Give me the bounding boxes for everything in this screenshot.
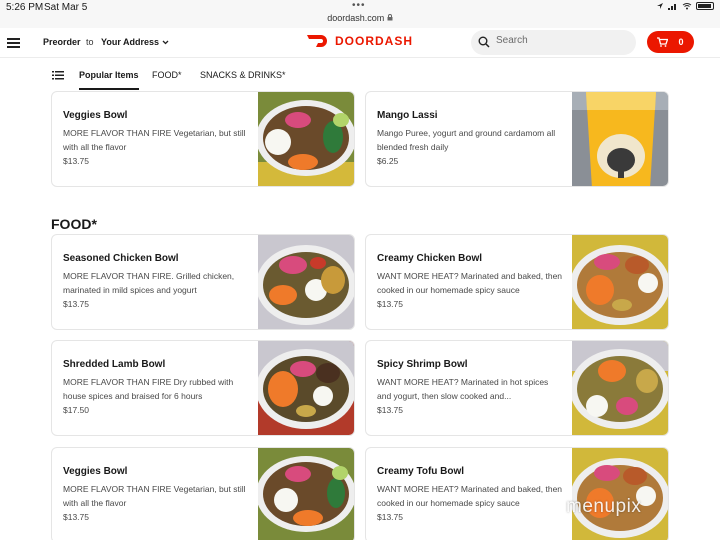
mango-lassi-image: [572, 92, 668, 186]
item-description: MORE FLAVOR THAN FIRE Vegetarian, but st…: [63, 128, 246, 152]
seasoned-chicken-bowl-image: [258, 235, 354, 329]
item-description: WANT MORE HEAT? Marinated and baked, the…: [377, 271, 563, 295]
item-description: MORE FLAVOR THAN FIRE Vegetarian, but st…: [63, 484, 246, 508]
location-icon: [657, 3, 663, 9]
preorder-toggle[interactable]: Preorder: [43, 37, 81, 47]
item-price: $13.75: [63, 299, 89, 309]
address-bar[interactable]: doordash.com: [0, 13, 720, 23]
item-price: $13.75: [377, 512, 403, 522]
item-description: WANT MORE HEAT? Marinated in hot spices …: [377, 377, 549, 401]
item-name: Seasoned Chicken Bowl: [63, 253, 179, 264]
site-header: Preorder to Your Address DOORDASH 0: [0, 28, 720, 58]
item-name: Mango Lassi: [377, 110, 438, 121]
item-description: WANT MORE HEAT? Marinated and baked, the…: [377, 484, 563, 508]
section-title-food: FOOD*: [51, 216, 97, 232]
category-list-icon[interactable]: [52, 71, 64, 80]
chevron-down-icon: [162, 40, 168, 45]
menu-item-card[interactable]: Shredded Lamb Bowl MORE FLAVOR THAN FIRE…: [51, 340, 355, 436]
doordash-logo-icon: [307, 35, 327, 47]
menu-item-card[interactable]: Veggies Bowl MORE FLAVOR THAN FIRE Veget…: [51, 447, 355, 540]
tab-popular-items[interactable]: Popular Items: [79, 70, 139, 90]
item-name: Creamy Chicken Bowl: [377, 253, 483, 264]
lock-icon: [387, 14, 393, 21]
menu-item-card[interactable]: Spicy Shrimp Bowl WANT MORE HEAT? Marina…: [365, 340, 669, 436]
creamy-tofu-bowl-image: [572, 448, 668, 540]
address-label: Your Address: [101, 37, 160, 47]
status-bar: 5:26 PM Sat Mar 5 ••• doordash.com: [0, 0, 720, 28]
tab-overview-dots[interactable]: •••: [352, 0, 366, 11]
category-tabs: Popular Items FOOD* SNACKS & DRINKS*: [0, 59, 720, 91]
cart-icon: [657, 37, 669, 47]
menu-item-card[interactable]: Seasoned Chicken Bowl MORE FLAVOR THAN F…: [51, 234, 355, 330]
menu-item-card[interactable]: Mango Lassi Mango Puree, yogurt and grou…: [365, 91, 669, 187]
battery-icon: [696, 2, 714, 10]
address-selector[interactable]: Your Address: [101, 37, 169, 47]
cart-count: 0: [678, 37, 684, 47]
menu-item-card[interactable]: Creamy Chicken Bowl WANT MORE HEAT? Mari…: [365, 234, 669, 330]
search-icon: [478, 36, 490, 48]
item-price: $17.50: [63, 405, 89, 415]
item-name: Spicy Shrimp Bowl: [377, 359, 468, 370]
spicy-shrimp-bowl-image: [572, 341, 668, 435]
item-price: $13.75: [377, 299, 403, 309]
item-description: Mango Puree, yogurt and ground cardamom …: [377, 128, 556, 152]
item-price: $6.25: [377, 156, 399, 166]
item-name: Creamy Tofu Bowl: [377, 466, 465, 477]
item-price: $13.75: [63, 512, 89, 522]
status-time: 5:26 PM: [6, 2, 44, 13]
item-price: $13.75: [377, 405, 403, 415]
item-description: MORE FLAVOR THAN FIRE Dry rubbed with ho…: [63, 377, 234, 401]
wifi-icon: [682, 3, 692, 10]
menu-icon[interactable]: [7, 38, 20, 48]
item-price: $13.75: [63, 156, 89, 166]
shredded-lamb-bowl-image: [258, 341, 354, 435]
menu-item-card[interactable]: Creamy Tofu Bowl WANT MORE HEAT? Marinat…: [365, 447, 669, 540]
signal-icon: [668, 4, 676, 10]
url-text: doordash.com: [327, 13, 385, 23]
item-name: Shredded Lamb Bowl: [63, 359, 166, 370]
veggie-bowl-image: [258, 448, 354, 540]
doordash-logo[interactable]: DOORDASH: [307, 34, 413, 48]
menu-item-card[interactable]: Veggies Bowl MORE FLAVOR THAN FIRE Veget…: [51, 91, 355, 187]
creamy-chicken-bowl-image: [572, 235, 668, 329]
search-bar[interactable]: [471, 30, 636, 55]
item-description: MORE FLAVOR THAN FIRE. Grilled chicken, …: [63, 271, 235, 295]
to-label: to: [86, 37, 94, 47]
tab-food[interactable]: FOOD*: [152, 70, 182, 80]
item-name: Veggies Bowl: [63, 466, 128, 477]
status-icons: [656, 2, 714, 10]
status-date: Sat Mar 5: [44, 2, 88, 13]
item-name: Veggies Bowl: [63, 110, 128, 121]
watermark: menupix: [566, 496, 642, 517]
tab-snacks-drinks[interactable]: SNACKS & DRINKS*: [200, 70, 286, 80]
logo-text: DOORDASH: [335, 34, 414, 48]
veggie-bowl-image: [258, 92, 354, 186]
search-input[interactable]: [496, 35, 626, 46]
cart-button[interactable]: 0: [647, 31, 694, 53]
